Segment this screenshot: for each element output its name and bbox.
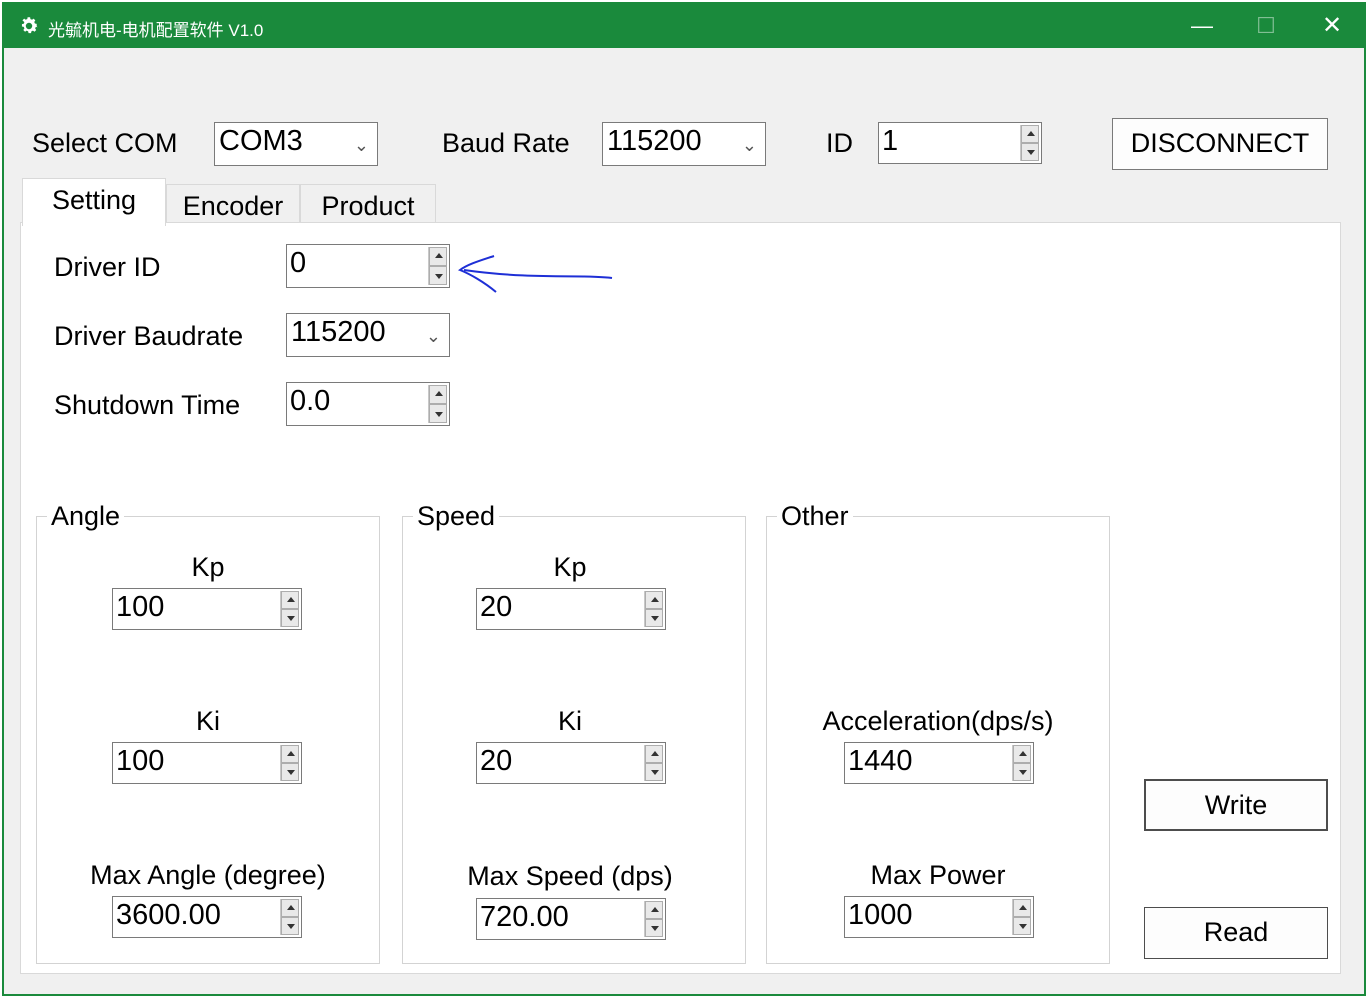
max-power-value: 1000 [848,899,913,931]
tab-setting[interactable]: Setting [22,178,166,226]
angle-ki-spinner[interactable]: 100 [112,742,302,784]
chevron-down-icon: ⌄ [741,135,757,155]
speed-ki-label: Ki [557,706,582,736]
title-bar[interactable]: 光毓机电-电机配置软件 V1.0 — ☐ ✕ [4,4,1364,48]
spin-down-icon[interactable] [281,917,299,935]
window-title: 光毓机电-电机配置软件 V1.0 [48,21,264,40]
close-button[interactable]: ✕ [1302,4,1362,48]
max-power-spinner[interactable]: 1000 [844,896,1034,938]
select-com-label: Select COM [32,128,178,158]
acceleration-value: 1440 [848,745,913,777]
annotation-arrow-icon [457,255,613,293]
spin-up-icon[interactable] [281,591,299,609]
spin-up-icon[interactable] [1013,745,1031,763]
max-angle-label: Max Angle (degree) [90,860,326,890]
speed-kp-spinner[interactable]: 20 [476,588,666,630]
spin-down-icon[interactable] [645,609,663,627]
id-spinner[interactable]: 1 [878,122,1042,164]
spin-up-icon[interactable] [429,247,447,266]
id-value: 1 [882,125,899,157]
spin-up-icon[interactable] [429,385,447,404]
acceleration-spinner[interactable]: 1440 [844,742,1034,784]
shutdown-time-label: Shutdown Time [54,390,241,420]
spin-down-icon[interactable] [429,404,447,423]
driver-baudrate-select[interactable]: 115200 ⌄ [286,313,450,357]
speed-kp-value: 20 [480,591,513,623]
maximize-button[interactable]: ☐ [1236,4,1296,48]
max-speed-spinner[interactable]: 720.00 [476,898,666,940]
driver-id-spinner[interactable]: 0 [286,244,450,288]
spin-down-icon[interactable] [429,266,447,285]
spin-down-icon[interactable] [1013,917,1031,935]
spin-up-icon[interactable] [281,745,299,763]
speed-ki-spinner[interactable]: 20 [476,742,666,784]
spin-up-icon[interactable] [281,899,299,917]
com-port-value: COM3 [219,125,303,157]
baud-rate-value: 115200 [607,125,702,157]
write-button[interactable]: Write [1144,779,1328,831]
spin-up-icon[interactable] [645,591,663,609]
speed-group: Speed [402,501,746,964]
spin-up-icon[interactable] [645,901,663,919]
speed-kp-label: Kp [553,552,587,582]
tab-encoder[interactable]: Encoder [166,184,300,226]
max-speed-value: 720.00 [480,901,569,933]
driver-baudrate-label: Driver Baudrate [54,321,244,351]
max-angle-value: 3600.00 [116,899,221,931]
angle-group-title: Angle [47,501,125,532]
shutdown-time-value: 0.0 [290,385,331,417]
other-group-title: Other [777,501,853,532]
baud-rate-label: Baud Rate [442,128,570,158]
acceleration-label: Acceleration(dps/s) [822,706,1054,736]
gear-icon [21,17,38,34]
angle-ki-label: Ki [195,706,220,736]
chevron-down-icon: ⌄ [353,135,369,155]
angle-ki-value: 100 [116,745,165,777]
max-angle-spinner[interactable]: 3600.00 [112,896,302,938]
com-port-select[interactable]: COM3 ⌄ [214,122,378,166]
angle-kp-spinner[interactable]: 100 [112,588,302,630]
driver-id-value: 0 [290,247,307,279]
speed-ki-value: 20 [480,745,513,777]
driver-baudrate-value: 115200 [291,316,386,348]
spin-down-icon[interactable] [645,763,663,781]
minimize-button[interactable]: — [1172,4,1232,48]
id-label: ID [826,128,853,158]
disconnect-button[interactable]: DISCONNECT [1112,118,1328,170]
spin-up-icon[interactable] [645,745,663,763]
spin-up-icon[interactable] [1021,125,1039,143]
spin-up-icon[interactable] [1013,899,1031,917]
driver-id-label: Driver ID [54,252,161,282]
spin-down-icon[interactable] [645,919,663,937]
max-speed-label: Max Speed (dps) [467,861,673,891]
spin-down-icon[interactable] [1013,763,1031,781]
angle-kp-value: 100 [116,591,165,623]
baud-rate-select[interactable]: 115200 ⌄ [602,122,766,166]
spin-down-icon[interactable] [281,609,299,627]
shutdown-time-spinner[interactable]: 0.0 [286,382,450,426]
max-power-label: Max Power [870,860,1006,890]
chevron-down-icon: ⌄ [425,326,441,346]
spin-down-icon[interactable] [1021,143,1039,161]
angle-kp-label: Kp [191,552,225,582]
tab-product[interactable]: Product [300,184,436,226]
read-button[interactable]: Read [1144,907,1328,959]
spin-down-icon[interactable] [281,763,299,781]
speed-group-title: Speed [413,501,500,532]
